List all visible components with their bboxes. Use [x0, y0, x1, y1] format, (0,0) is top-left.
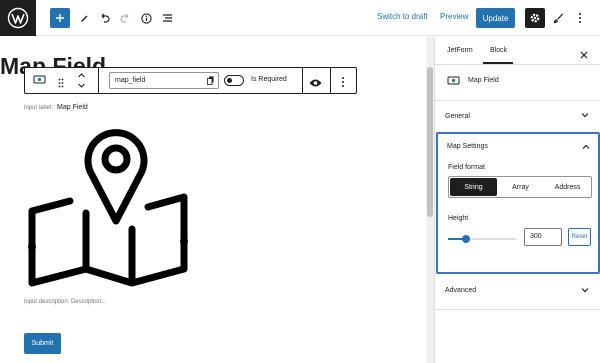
- required-label: Is Required: [251, 76, 287, 83]
- redo-icon[interactable]: [118, 8, 132, 28]
- pencil-icon[interactable]: [77, 8, 91, 28]
- settings-sidebar: JetForm Block Map Field General Map Sett…: [434, 37, 600, 363]
- canvas-scrollbar[interactable]: [426, 37, 434, 363]
- tab-jetform[interactable]: JetForm: [447, 37, 473, 64]
- drag-handle-icon[interactable]: [58, 75, 64, 93]
- panel-advanced-title[interactable]: Advanced: [445, 287, 476, 294]
- input-description[interactable]: input description: Description...: [24, 299, 106, 305]
- toolbar-separator: [302, 68, 303, 93]
- sidebar-divider: [435, 309, 600, 310]
- map-placeholder-icon: [28, 129, 188, 287]
- sidebar-divider: [435, 64, 600, 65]
- field-format-toggle-group: String Array Address: [448, 176, 592, 198]
- editor-topbar: Switch to draft Preview Update: [0, 0, 600, 36]
- settings-gear-icon[interactable]: [525, 8, 545, 28]
- close-sidebar-icon[interactable]: [580, 46, 588, 64]
- more-options-icon[interactable]: [573, 8, 587, 28]
- format-option-address[interactable]: Address: [544, 178, 591, 196]
- wordpress-logo-icon[interactable]: [0, 0, 36, 36]
- chevron-up-icon[interactable]: [582, 143, 590, 152]
- brush-icon[interactable]: [551, 8, 565, 28]
- switch-to-draft-link[interactable]: Switch to draft: [377, 12, 428, 21]
- list-view-icon[interactable]: [160, 8, 174, 28]
- chevron-down-icon[interactable]: [581, 286, 589, 295]
- add-block-button[interactable]: [50, 8, 70, 28]
- block-options-icon[interactable]: [341, 75, 345, 93]
- info-icon[interactable]: [139, 8, 153, 28]
- field-name-input[interactable]: map_field: [109, 72, 219, 89]
- map-field-block-icon[interactable]: [33, 73, 47, 92]
- height-label: Height: [448, 215, 469, 222]
- undo-icon[interactable]: [97, 8, 111, 28]
- panel-map-settings-title[interactable]: Map Settings: [447, 143, 488, 150]
- input-label: input label: Map Field: [24, 104, 88, 111]
- editor-canvas: Map Field map_field Is Required input la…: [0, 37, 426, 363]
- height-slider-thumb[interactable]: [462, 235, 470, 243]
- toolbar-separator: [330, 68, 331, 93]
- map-field-block-icon: [447, 74, 461, 92]
- map-settings-panel: Map Settings Field format String Array A…: [436, 132, 600, 274]
- tab-block[interactable]: Block: [490, 37, 507, 64]
- height-number-input[interactable]: 300: [524, 228, 562, 246]
- panel-general-title[interactable]: General: [445, 113, 470, 120]
- required-toggle[interactable]: [224, 75, 244, 86]
- copy-icon[interactable]: [207, 76, 214, 87]
- scrollbar-thumb[interactable]: [427, 67, 433, 217]
- field-name-value: map_field: [115, 77, 146, 84]
- eye-icon[interactable]: [309, 75, 322, 93]
- format-option-array[interactable]: Array: [497, 178, 544, 196]
- block-name: Map Field: [468, 77, 499, 84]
- field-format-label: Field format: [448, 164, 485, 171]
- toolbar-separator: [98, 68, 99, 93]
- sidebar-divider: [435, 100, 600, 101]
- height-slider[interactable]: [448, 235, 516, 243]
- chevron-down-icon[interactable]: [581, 111, 589, 120]
- move-up-down-icon[interactable]: [77, 71, 86, 95]
- format-option-string[interactable]: String: [450, 178, 497, 196]
- preview-link[interactable]: Preview: [440, 12, 468, 21]
- input-label-caption: input label:: [24, 105, 54, 111]
- input-label-value[interactable]: Map Field: [57, 104, 88, 111]
- update-button[interactable]: Update: [476, 8, 515, 28]
- toggle-knob: [227, 78, 232, 83]
- submit-button[interactable]: Submit: [24, 333, 61, 354]
- block-toolbar: map_field Is Required: [24, 67, 357, 94]
- reset-button[interactable]: Reset: [568, 228, 591, 246]
